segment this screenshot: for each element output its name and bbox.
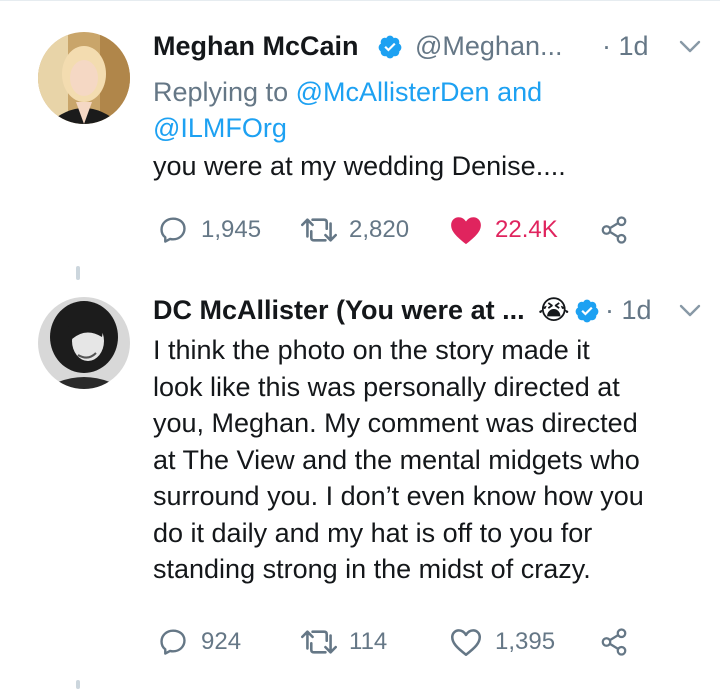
author-handle[interactable]: @Meghan... xyxy=(415,30,563,62)
tweet-text-line: standing strong in the midst of crazy. xyxy=(153,554,591,584)
reply-count: 924 xyxy=(201,628,242,655)
timestamp[interactable]: · 1d xyxy=(605,294,652,326)
retweet-button[interactable]: 2,820 xyxy=(301,212,409,248)
tweet-actions: 1,945 2,820 22.4K xyxy=(153,212,653,248)
retweet-icon xyxy=(301,630,337,654)
tweet-text-line: do it daily and my hat is off to you for xyxy=(153,517,593,548)
thread-connector xyxy=(76,680,80,689)
crying-emoji: 😭 xyxy=(538,295,570,325)
share-button[interactable] xyxy=(599,624,629,660)
avatar[interactable] xyxy=(38,297,130,389)
replying-to-label: Replying to xyxy=(153,77,289,107)
tweet-text: I think the photo on the story made it l… xyxy=(153,332,701,588)
tweet-text: you were at my wedding Denise.... xyxy=(153,151,566,181)
top-divider xyxy=(0,0,720,1)
reply-icon xyxy=(160,629,186,655)
tweet-header: DC McAllister (You were at ... 😭 · 1d xyxy=(153,294,701,330)
reply-button[interactable]: 1,945 xyxy=(157,212,261,248)
timestamp[interactable]: · 1d xyxy=(602,30,649,62)
replying-to: Replying to @McAllisterDen and @ILMFOrg xyxy=(153,74,701,146)
tweet-text-line: at The View and the mental midgets who xyxy=(153,444,640,475)
retweet-count: 2,820 xyxy=(349,216,410,243)
tweet-actions: 924 114 1,395 xyxy=(153,624,653,660)
thread-connector xyxy=(76,266,80,280)
tweet-text-line: look like this was personally directed a… xyxy=(153,371,620,402)
heart-filled-icon xyxy=(451,217,481,245)
like-count: 22.4K xyxy=(495,216,558,243)
share-icon xyxy=(601,216,627,244)
verified-badge-icon xyxy=(378,35,402,59)
retweet-icon xyxy=(301,218,337,242)
avatar[interactable] xyxy=(38,32,130,124)
like-button[interactable]: 1,395 xyxy=(449,624,555,660)
tweet-header: Meghan McCain @Meghan... · 1d xyxy=(153,30,701,66)
heart-outline-icon xyxy=(450,629,482,657)
tweet-text-line: surround you. I don’t even know how you xyxy=(153,481,644,511)
retweet-button[interactable]: 114 xyxy=(301,624,387,660)
like-button[interactable]: 22.4K xyxy=(449,212,558,248)
chevron-down-icon[interactable] xyxy=(679,40,701,54)
reply-count: 1,945 xyxy=(201,216,262,243)
author-name[interactable]: DC McAllister (You were at ... xyxy=(153,294,525,326)
share-icon xyxy=(601,628,627,656)
tweet-text-line: you, Meghan. My comment was directed xyxy=(153,408,638,438)
tweet-text-line: I think the photo on the story made it xyxy=(153,335,590,365)
mention-link[interactable]: @ILMFOrg xyxy=(153,113,287,143)
verified-badge-icon xyxy=(575,299,599,323)
mention-link[interactable]: @McAllisterDen xyxy=(296,77,490,107)
reply-button[interactable]: 924 xyxy=(157,624,241,660)
retweet-count: 114 xyxy=(349,628,388,655)
like-count: 1,395 xyxy=(495,628,556,655)
author-name[interactable]: Meghan McCain xyxy=(153,30,359,62)
share-button[interactable] xyxy=(599,212,629,248)
reply-icon xyxy=(160,217,186,243)
and-link[interactable]: and xyxy=(497,77,542,107)
chevron-down-icon[interactable] xyxy=(679,304,701,318)
